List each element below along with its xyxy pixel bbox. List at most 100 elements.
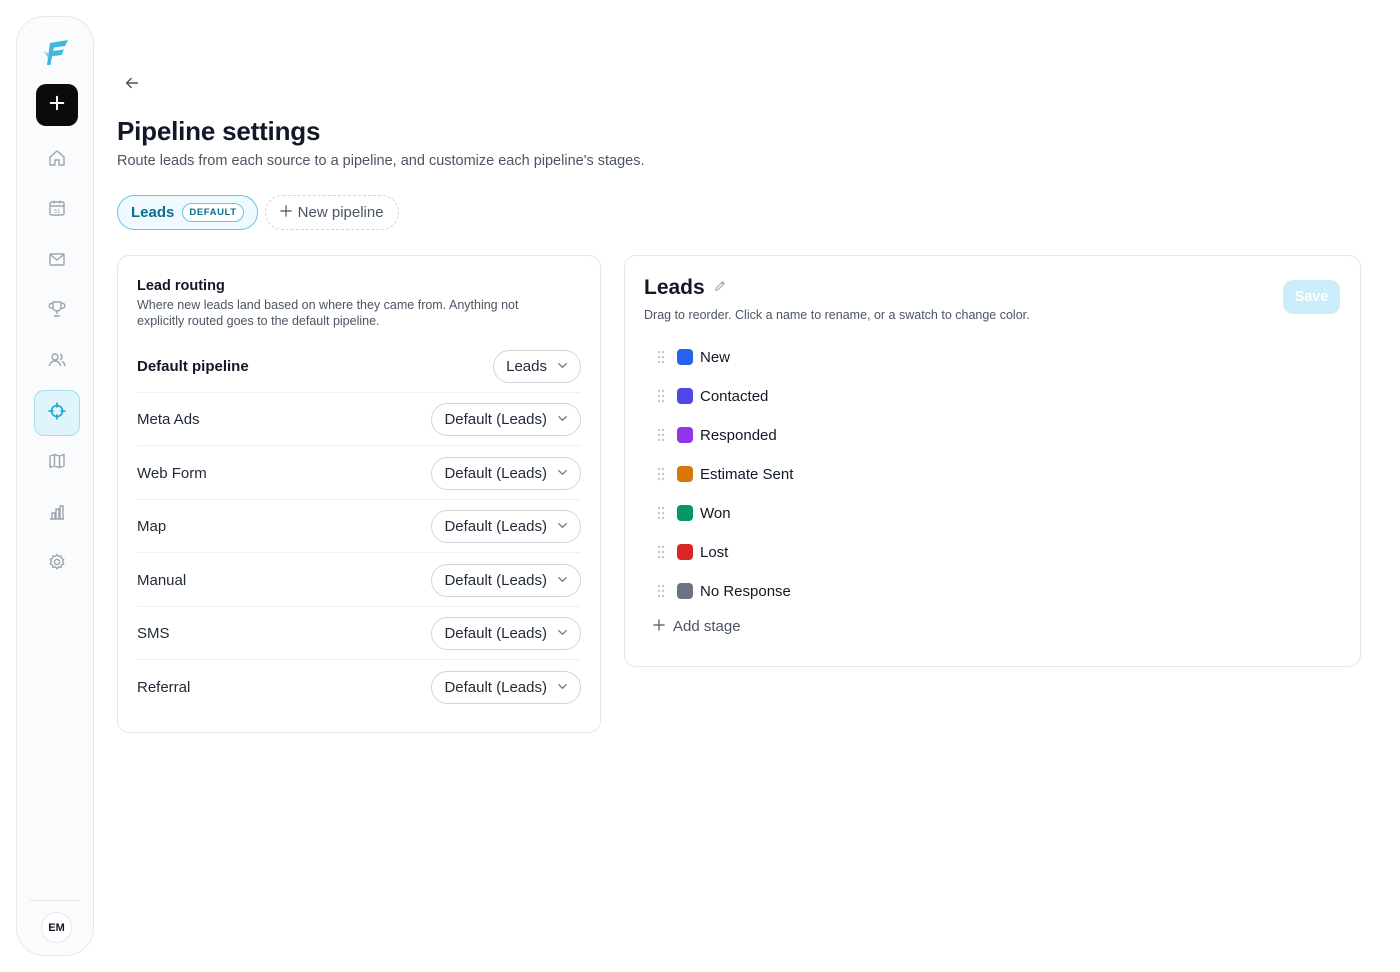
crosshair-icon	[47, 401, 67, 426]
routing-title: Lead routing	[137, 278, 225, 294]
pencil-icon[interactable]	[713, 279, 727, 298]
nav-trophy[interactable]	[34, 288, 80, 334]
route-select[interactable]: Leads	[493, 349, 581, 383]
sidebar: 31 EM	[16, 16, 94, 956]
drag-handle-icon[interactable]	[655, 466, 667, 482]
nav-contacts[interactable]	[34, 339, 80, 385]
avatar[interactable]: EM	[41, 912, 72, 943]
chevron-down-icon	[557, 518, 568, 535]
route-row-map: Map Default (Leads)	[137, 500, 581, 553]
trophy-icon	[47, 299, 67, 324]
drag-handle-icon[interactable]	[655, 544, 667, 560]
stage-color-swatch[interactable]	[677, 388, 693, 404]
pipeline-stages-card: Leads Drag to reorder. Click a name to r…	[624, 255, 1361, 667]
chevron-down-icon	[557, 572, 568, 589]
stage-name[interactable]: Responded	[700, 427, 777, 444]
stage-row[interactable]: Lost	[655, 540, 728, 564]
chevron-down-icon	[557, 625, 568, 642]
nav-reports[interactable]	[34, 491, 80, 537]
gear-icon	[47, 552, 67, 577]
drag-handle-icon[interactable]	[655, 349, 667, 365]
home-icon	[47, 148, 67, 173]
route-select-value: Leads	[506, 357, 547, 375]
drag-handle-icon[interactable]	[655, 505, 667, 521]
new-pipeline-button[interactable]: New pipeline	[264, 195, 399, 230]
save-button[interactable]: Save	[1283, 280, 1340, 314]
bar-chart-icon	[47, 502, 67, 527]
route-row-default: Default pipeline Leads	[137, 340, 581, 393]
plus-icon	[653, 618, 665, 635]
stage-color-swatch[interactable]	[677, 505, 693, 521]
route-select-value: Default (Leads)	[444, 410, 547, 428]
stage-name[interactable]: Won	[700, 505, 731, 522]
create-new-button[interactable]	[36, 84, 78, 126]
sidebar-divider	[30, 900, 80, 901]
stage-row[interactable]: Responded	[655, 423, 777, 447]
stage-name[interactable]: Estimate Sent	[700, 466, 793, 483]
route-select[interactable]: Default (Leads)	[431, 456, 581, 490]
chevron-down-icon	[557, 358, 568, 375]
stage-color-swatch[interactable]	[677, 544, 693, 560]
svg-text:31: 31	[54, 209, 61, 215]
plus-icon	[48, 94, 66, 117]
stage-row[interactable]: No Response	[655, 579, 791, 603]
route-label: SMS	[137, 624, 170, 642]
lead-routing-card: Lead routing Where new leads land based …	[117, 255, 601, 733]
route-row-referral: Referral Default (Leads)	[137, 661, 581, 714]
back-button[interactable]	[120, 73, 144, 97]
page-title: Pipeline settings	[117, 116, 321, 146]
map-icon	[47, 451, 67, 476]
mail-icon	[47, 249, 67, 274]
stage-row[interactable]: New	[655, 345, 730, 369]
add-stage-button[interactable]: Add stage	[653, 618, 741, 635]
route-select-value: Default (Leads)	[444, 464, 547, 482]
stage-color-swatch[interactable]	[677, 583, 693, 599]
route-label: Meta Ads	[137, 410, 200, 428]
stage-name[interactable]: New	[700, 349, 730, 366]
route-select-value: Default (Leads)	[444, 624, 547, 642]
pipeline-name[interactable]: Leads	[644, 276, 705, 300]
routing-description: Where new leads land based on where they…	[137, 298, 519, 328]
route-label: Web Form	[137, 464, 207, 482]
nav-home[interactable]	[34, 137, 80, 183]
route-row-sms: SMS Default (Leads)	[137, 607, 581, 660]
route-select[interactable]: Default (Leads)	[431, 509, 581, 543]
drag-handle-icon[interactable]	[655, 427, 667, 443]
plus-icon	[279, 204, 292, 221]
stage-row[interactable]: Contacted	[655, 384, 768, 408]
route-select-value: Default (Leads)	[444, 571, 547, 589]
nav-map[interactable]	[34, 440, 80, 486]
route-select[interactable]: Default (Leads)	[431, 671, 581, 704]
drag-handle-icon[interactable]	[655, 583, 667, 599]
nav-pipelines[interactable]	[34, 390, 80, 436]
chevron-down-icon	[557, 411, 568, 428]
nav-settings[interactable]	[34, 541, 80, 587]
calendar-icon: 31	[47, 198, 67, 223]
nav-calendar[interactable]: 31	[34, 187, 80, 233]
new-pipeline-label: New pipeline	[297, 204, 384, 221]
stage-name[interactable]: No Response	[700, 583, 791, 600]
arrow-left-icon	[123, 74, 141, 97]
default-badge: DEFAULT	[182, 203, 244, 222]
logo-icon[interactable]	[41, 37, 71, 67]
stage-row[interactable]: Estimate Sent	[655, 462, 793, 486]
stage-color-swatch[interactable]	[677, 466, 693, 482]
drag-handle-icon[interactable]	[655, 388, 667, 404]
route-select[interactable]: Default (Leads)	[431, 563, 581, 597]
nav-mail[interactable]	[34, 238, 80, 284]
route-label: Referral	[137, 679, 191, 696]
stage-name[interactable]: Contacted	[700, 388, 768, 405]
stage-row[interactable]: Won	[655, 501, 731, 525]
stage-color-swatch[interactable]	[677, 427, 693, 443]
stage-name[interactable]: Lost	[700, 544, 728, 561]
route-select[interactable]: Default (Leads)	[431, 616, 581, 650]
route-row-meta-ads: Meta Ads Default (Leads)	[137, 393, 581, 446]
stage-color-swatch[interactable]	[677, 349, 693, 365]
users-icon	[47, 350, 67, 375]
tab-leads[interactable]: Leads DEFAULT	[117, 195, 258, 230]
pipeline-tabs: Leads DEFAULT New pipeline	[117, 195, 399, 230]
route-label: Default pipeline	[137, 357, 249, 375]
route-select[interactable]: Default (Leads)	[431, 402, 581, 436]
route-label: Manual	[137, 571, 187, 589]
route-label: Map	[137, 517, 167, 535]
